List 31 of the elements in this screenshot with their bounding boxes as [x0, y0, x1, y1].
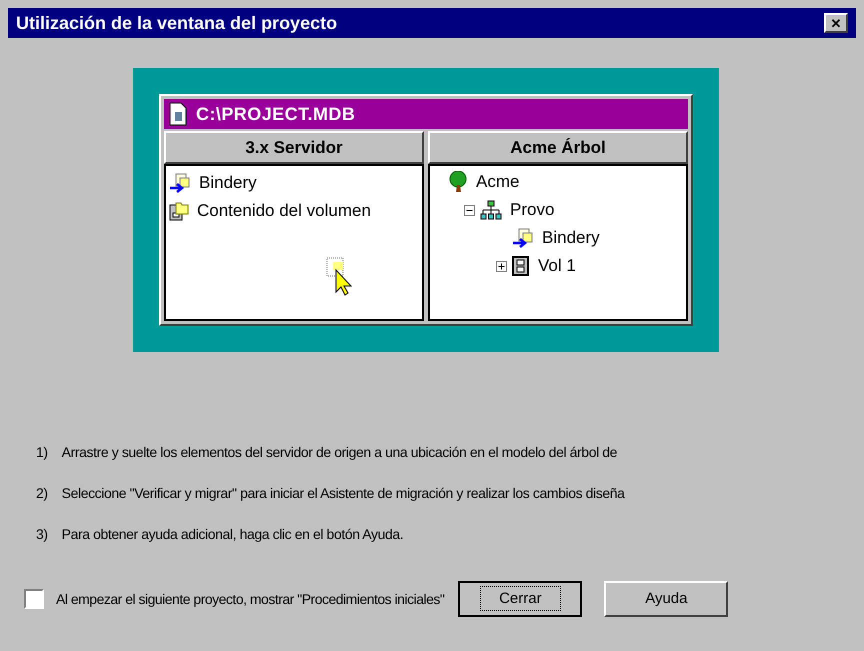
- server-arrow-icon: [512, 228, 534, 248]
- list-item[interactable]: Bindery: [199, 170, 257, 196]
- tree-item[interactable]: Acme: [476, 169, 520, 195]
- organization-icon: [480, 200, 502, 220]
- checkbox-label[interactable]: Al empezar el siguiente proyecto, mostrar "Procedimientos iniciales": [56, 588, 444, 610]
- dialog-button[interactable]: Cerrar: [458, 581, 582, 617]
- collapse-icon[interactable]: [464, 204, 475, 216]
- step-number: 3): [36, 525, 48, 544]
- server-arrow-icon: [169, 173, 191, 193]
- cabinet-icon: [512, 256, 530, 276]
- close-button[interactable]: ✕: [824, 13, 848, 33]
- dialog-button[interactable]: Ayuda: [604, 581, 728, 617]
- list-item[interactable]: Contenido del volumen: [197, 198, 371, 224]
- expand-icon[interactable]: [496, 260, 507, 272]
- project-title: C:\PROJECT.MDB: [196, 102, 356, 126]
- tree-item[interactable]: Provo: [510, 197, 554, 223]
- step-text: Para obtener ayuda adicional, haga clic en el botón Ayuda.: [62, 525, 404, 544]
- document-icon: [168, 102, 188, 126]
- drag-cursor-icon: [326, 256, 354, 296]
- tree-item[interactable]: Vol 1: [538, 253, 576, 279]
- step-number: 1): [36, 443, 48, 462]
- checkbox[interactable]: [24, 589, 44, 609]
- column-header: Acme Árbol: [428, 131, 688, 164]
- step-number: 2): [36, 484, 48, 503]
- tree-item[interactable]: Bindery: [542, 225, 600, 251]
- step-text: Arrastre y suelte los elementos del servidor de origen a una ubicación en el modelo del árbol de: [62, 443, 618, 462]
- column-header: 3.x Servidor: [164, 131, 424, 164]
- step-text: Seleccione "Verificar y migrar" para iniciar el Asistente de migración y realizar los cambios diseña: [62, 484, 625, 503]
- tree-icon: [448, 171, 468, 193]
- window-title: Utilización de la ventana del proyecto: [16, 12, 338, 35]
- folder-drive-icon: [169, 201, 189, 221]
